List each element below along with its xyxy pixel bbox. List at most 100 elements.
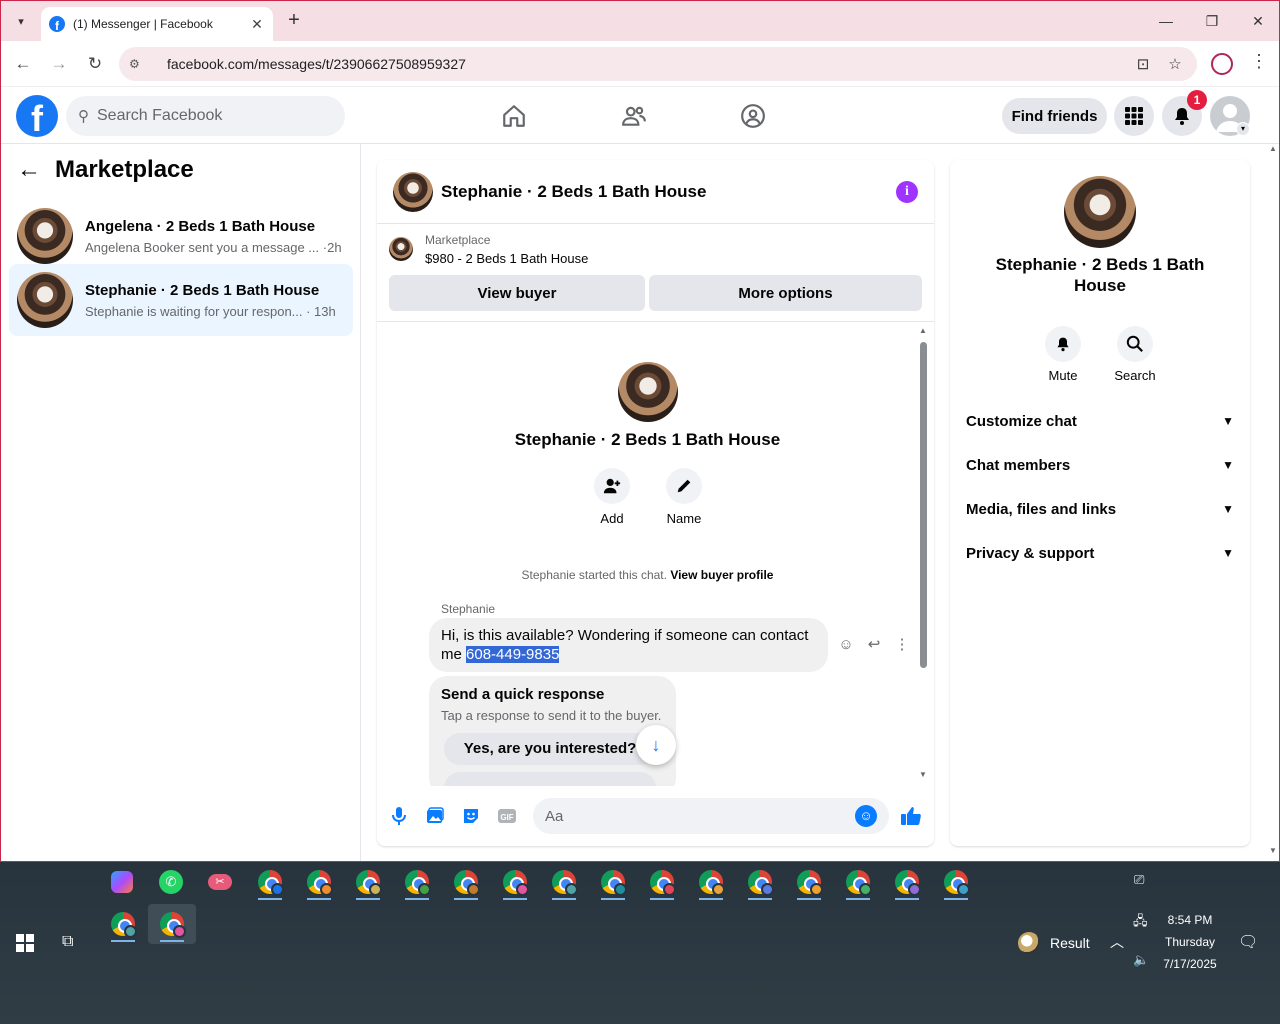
show-hidden-icons-chevron-up-icon[interactable]: ︿ [1110, 932, 1124, 952]
message-input-box[interactable]: ☺ [533, 798, 889, 834]
groups-nav-icon[interactable] [733, 100, 773, 132]
tab-search-chevron-icon[interactable]: ▾ [9, 9, 33, 33]
omnibox[interactable]: ⚙ facebook.com/messages/t/23906627508959… [119, 47, 1197, 81]
name-action[interactable]: Name [654, 468, 714, 526]
thumbs-up-icon[interactable] [899, 804, 923, 828]
message-input[interactable] [545, 807, 855, 825]
chat-header-avatar[interactable] [393, 171, 433, 212]
chrome-window-icon[interactable] [840, 864, 876, 900]
chrome-window-icon[interactable] [595, 864, 631, 900]
bookmark-star-icon[interactable]: ☆ [1163, 55, 1187, 73]
emoji-icon[interactable]: ☺ [855, 805, 877, 827]
snipping-tool-icon[interactable]: ✂ [202, 864, 238, 900]
scroll-thumb[interactable] [920, 342, 927, 668]
back-arrow-icon[interactable]: ← [17, 156, 41, 184]
reply-icon[interactable]: ↩ [865, 636, 883, 654]
whatsapp-icon[interactable]: ✆ [153, 864, 189, 900]
bell-icon[interactable] [1045, 326, 1081, 362]
chrome-window-icon[interactable] [644, 864, 680, 900]
url-text[interactable]: facebook.com/messages/t/2390662750895932… [167, 56, 1123, 72]
minimize-icon[interactable]: — [1143, 7, 1189, 35]
scroll-to-bottom-arrow-icon[interactable]: ↓ [636, 725, 676, 765]
weather-widget[interactable]: Result [1018, 932, 1090, 954]
chrome-window-icon[interactable] [693, 864, 729, 900]
listing-title[interactable]: $980 - 2 Beds 1 Bath House [425, 251, 588, 266]
clock-day[interactable]: Thursday [1160, 935, 1220, 949]
pencil-icon[interactable] [666, 468, 702, 504]
chrome-window-icon[interactable] [448, 864, 484, 900]
browser-menu-icon[interactable]: ⋮ [1249, 51, 1269, 77]
photo-icon[interactable] [423, 804, 447, 828]
quick-response-option-2[interactable] [444, 772, 656, 786]
scroll-down-arrow-icon[interactable]: ▼ [919, 770, 927, 779]
profile-avatar[interactable] [618, 362, 678, 422]
view-buyer-button[interactable]: View buyer [389, 275, 645, 311]
account-chevron-down-icon[interactable]: ▾ [1236, 122, 1250, 136]
search-icon[interactable] [1117, 326, 1153, 362]
add-action[interactable]: Add [582, 468, 642, 526]
chrome-window-icon[interactable] [105, 906, 141, 942]
page-scroll-down-arrow-icon[interactable]: ▼ [1269, 846, 1277, 855]
mute-action[interactable]: Mute [1033, 326, 1093, 383]
browser-profile-icon[interactable] [1211, 53, 1233, 75]
chrome-window-icon[interactable] [889, 864, 925, 900]
react-emoji-icon[interactable]: ☺ [837, 636, 855, 654]
clock-time[interactable]: 8:54 PM [1160, 913, 1220, 927]
selected-phone-number[interactable]: 608-449-9835 [466, 646, 560, 663]
volume-icon[interactable]: 🔈 [1133, 952, 1149, 968]
install-app-icon[interactable]: ⊡ [1131, 55, 1155, 73]
home-nav-icon[interactable] [494, 100, 534, 132]
restore-icon[interactable]: ❐ [1189, 7, 1235, 35]
windows-start-icon[interactable] [16, 934, 34, 952]
page-scroll-up-arrow-icon[interactable]: ▲ [1269, 144, 1277, 153]
meet-now-icon[interactable]: ⎚ [1134, 872, 1144, 888]
chat-members-row[interactable]: Chat members ▼ [958, 443, 1242, 487]
menu-grid-icon[interactable] [1114, 96, 1154, 136]
thread-scrollbar[interactable]: ▲ ▼ [919, 326, 927, 779]
add-person-icon[interactable] [594, 468, 630, 504]
network-icon[interactable]: 🖧 [1133, 912, 1148, 934]
facebook-search-box[interactable]: ⚲ [66, 96, 345, 136]
chrome-window-icon[interactable] [252, 864, 288, 900]
more-options-button[interactable]: More options [649, 275, 922, 311]
media-files-links-row[interactable]: Media, files and links ▼ [958, 487, 1242, 531]
chrome-window-icon[interactable] [154, 906, 190, 942]
chrome-window-icon[interactable] [301, 864, 337, 900]
new-tab-plus-icon[interactable]: + [283, 9, 305, 31]
forward-arrow-icon[interactable]: → [46, 51, 72, 77]
scroll-up-arrow-icon[interactable]: ▲ [919, 326, 927, 335]
view-buyer-profile-link[interactable]: View buyer profile [670, 568, 773, 582]
chat-title[interactable]: Stephanie · 2 Beds 1 Bath House [441, 182, 896, 202]
privacy-support-row[interactable]: Privacy & support ▼ [958, 531, 1242, 575]
back-arrow-icon[interactable]: ← [10, 51, 36, 77]
microphone-icon[interactable] [387, 804, 411, 828]
chrome-window-icon[interactable] [791, 864, 827, 900]
conversation-item-stephanie[interactable]: Stephanie · 2 Beds 1 Bath House Stephani… [9, 264, 353, 336]
customize-chat-row[interactable]: Customize chat ▼ [958, 399, 1242, 443]
task-view-icon[interactable]: ⧉ [62, 933, 82, 951]
info-icon[interactable]: i [896, 180, 918, 203]
browser-tab[interactable]: f (1) Messenger | Facebook ✕ [41, 7, 273, 41]
conversation-item-angelena[interactable]: Angelena · 2 Beds 1 Bath House Angelena … [9, 200, 353, 272]
quick-response-option[interactable]: Yes, are you interested? [444, 733, 656, 765]
facebook-search-input[interactable] [97, 107, 317, 125]
chrome-window-icon[interactable] [938, 864, 974, 900]
message-thread[interactable]: Stephanie · 2 Beds 1 Bath House Add Name… [377, 322, 934, 786]
incoming-message[interactable]: Hi, is this available? Wondering if some… [429, 618, 828, 672]
more-vertical-icon[interactable]: ⋮ [893, 636, 911, 654]
notification-center-icon[interactable]: 🗨 [1238, 932, 1258, 952]
sticker-icon[interactable] [459, 804, 483, 828]
chrome-window-icon[interactable] [497, 864, 533, 900]
chrome-window-icon[interactable] [742, 864, 778, 900]
friends-nav-icon[interactable] [614, 100, 654, 132]
search-action[interactable]: Search [1105, 326, 1165, 383]
site-settings-icon[interactable]: ⚙ [129, 57, 149, 71]
chrome-window-icon[interactable] [546, 864, 582, 900]
close-window-icon[interactable]: ✕ [1235, 7, 1279, 35]
tab-close-icon[interactable]: ✕ [249, 16, 265, 33]
find-friends-button[interactable]: Find friends [1002, 98, 1107, 134]
chrome-window-icon[interactable] [399, 864, 435, 900]
chrome-window-icon[interactable] [350, 864, 386, 900]
copilot-icon[interactable] [104, 864, 140, 900]
listing-thumbnail[interactable] [389, 237, 413, 261]
